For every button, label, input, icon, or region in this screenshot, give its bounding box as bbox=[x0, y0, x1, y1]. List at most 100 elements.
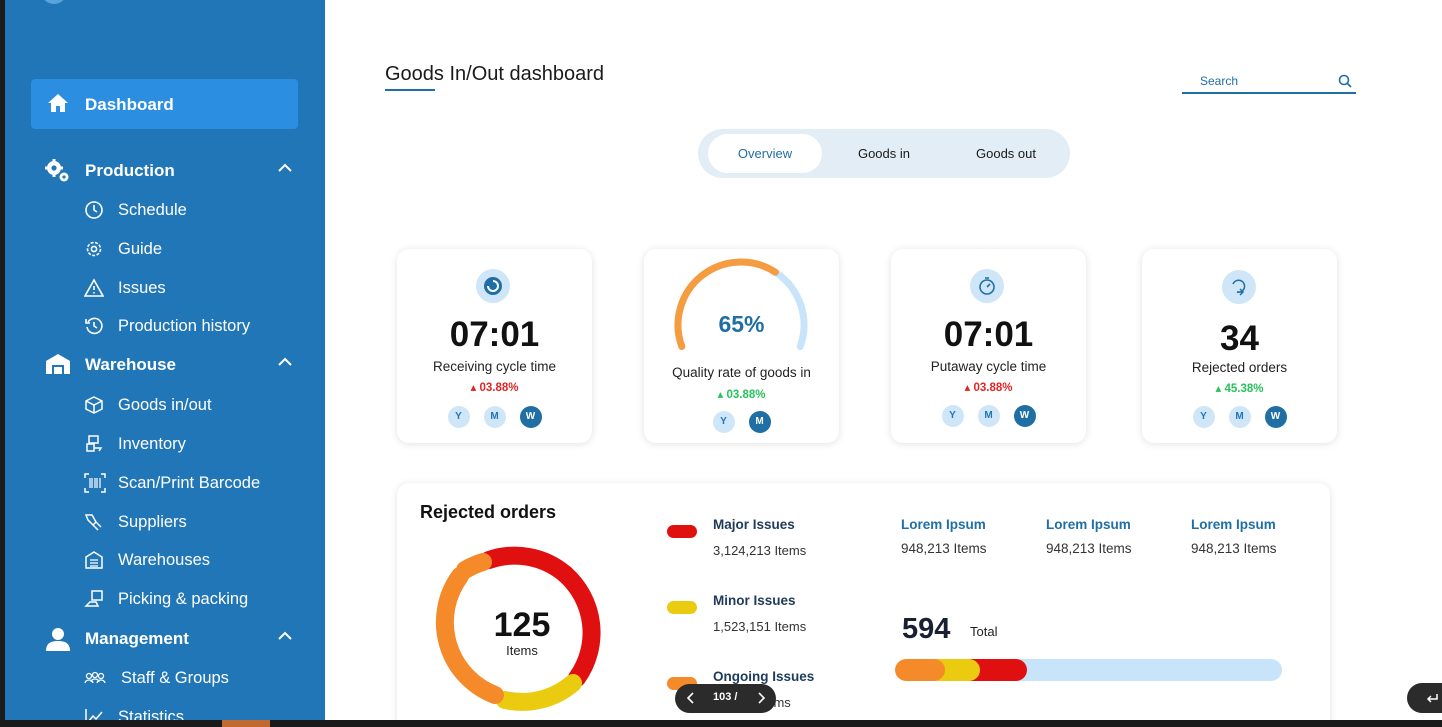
pill-month[interactable]: M bbox=[748, 411, 771, 433]
sidebar-item-staff-groups[interactable]: Staff & Groups bbox=[5, 663, 325, 693]
sidebar-item-label: Dashboard bbox=[85, 95, 174, 114]
history-icon bbox=[84, 316, 104, 341]
donut-segment-ongoing-top bbox=[456, 553, 492, 579]
barcode-icon bbox=[84, 473, 106, 498]
sidebar-item-label: Guide bbox=[118, 240, 163, 258]
pill-year[interactable]: Y bbox=[1192, 406, 1215, 428]
kpi-change: ▴︎ 03.88% bbox=[717, 389, 766, 401]
back-arrow-icon bbox=[1425, 691, 1439, 709]
sidebar-item-suppliers[interactable]: Suppliers bbox=[5, 507, 325, 537]
donut-segment-minor bbox=[496, 674, 582, 711]
total-label: Total bbox=[970, 624, 998, 639]
kpi-value: 07:01 bbox=[449, 315, 540, 354]
sidebar-section-production[interactable]: Production bbox=[5, 154, 325, 188]
stat-value: 948,213 Items bbox=[901, 541, 987, 556]
sidebar-section-label: Management bbox=[85, 629, 189, 648]
stat-column: Lorem Ipsum 948,213 Items bbox=[901, 517, 987, 556]
pill-month[interactable]: M bbox=[977, 405, 1000, 427]
stopwatch-icon bbox=[970, 269, 1004, 303]
sidebar-item-inventory[interactable]: Inventory bbox=[5, 429, 325, 459]
page-title: Goods In/Out dashboard bbox=[385, 63, 605, 85]
taskbar bbox=[0, 720, 1442, 727]
gear-icon bbox=[84, 239, 104, 264]
stat-column: Lorem Ipsum 948,213 Items bbox=[1191, 517, 1277, 556]
return-icon bbox=[1222, 270, 1256, 304]
sidebar-item-schedule[interactable]: Schedule bbox=[5, 195, 325, 225]
rejected-orders-panel: Rejected orders 125 Items Major Issues 3… bbox=[397, 483, 1330, 727]
sidebar-section-label: Warehouse bbox=[85, 355, 177, 374]
chevron-up-icon[interactable] bbox=[277, 628, 293, 649]
sidebar-item-label: Issues bbox=[118, 279, 166, 297]
sidebar-item-guide[interactable]: Guide bbox=[5, 234, 325, 264]
logo bbox=[41, 0, 67, 4]
clock-icon bbox=[84, 200, 104, 225]
search-placeholder: Search bbox=[1200, 74, 1239, 88]
sidebar-section-management[interactable]: Management bbox=[5, 622, 325, 656]
kpi-change: ▴︎ 03.88% bbox=[964, 382, 1013, 394]
sidebar-item-scan-print-barcode[interactable]: Scan/Print Barcode bbox=[5, 468, 325, 498]
chevron-right-icon[interactable] bbox=[755, 691, 767, 710]
sidebar-section-warehouse[interactable]: Warehouse bbox=[5, 348, 325, 382]
sidebar-item-label: Picking & packing bbox=[118, 590, 249, 608]
bar-segment-ongoing bbox=[895, 659, 945, 681]
sidebar-item-label: Inventory bbox=[118, 435, 186, 453]
page-navigator: 103 / bbox=[675, 684, 776, 713]
pill-year[interactable]: Y bbox=[941, 405, 964, 427]
taskbar-app[interactable] bbox=[222, 720, 270, 727]
pill-week[interactable]: W bbox=[1013, 405, 1036, 427]
warning-icon bbox=[83, 278, 105, 303]
quality-gauge bbox=[674, 258, 808, 351]
sidebar-item-goods-in-out[interactable]: Goods in/out bbox=[5, 390, 325, 420]
kpi-caption: Putaway cycle time bbox=[930, 359, 1047, 374]
kpi-caption: Receiving cycle time bbox=[432, 359, 557, 374]
period-pills: Y M W bbox=[891, 405, 1086, 427]
pill-week[interactable]: W bbox=[519, 406, 542, 428]
search-input[interactable]: Search bbox=[1182, 72, 1356, 94]
legend-count: 3,124,213 Items bbox=[713, 543, 807, 558]
legend-name: Minor Issues bbox=[713, 593, 796, 608]
chevron-left-icon[interactable] bbox=[685, 691, 697, 710]
kpi-card-quality: 65% Quality rate of goods in ▴︎ 03.88% Y… bbox=[644, 249, 839, 443]
pill-year[interactable]: Y bbox=[712, 411, 735, 433]
chevron-up-icon[interactable] bbox=[277, 354, 293, 375]
chevron-up-icon[interactable] bbox=[277, 160, 293, 181]
inventory-icon bbox=[84, 434, 104, 459]
group-icon bbox=[84, 668, 106, 693]
pill-year[interactable]: Y bbox=[447, 406, 470, 428]
back-button[interactable] bbox=[1407, 683, 1442, 713]
sidebar-item-warehouses[interactable]: Warehouses bbox=[5, 545, 325, 575]
tab-goods-in[interactable]: Goods in bbox=[828, 134, 940, 173]
sidebar-item-issues[interactable]: Issues bbox=[5, 273, 325, 303]
pill-month[interactable]: M bbox=[1228, 406, 1251, 428]
search-icon[interactable] bbox=[1338, 74, 1352, 93]
stat-heading: Lorem Ipsum bbox=[901, 517, 986, 532]
sidebar: Dashboard Production Schedule Guide Issu… bbox=[5, 0, 325, 726]
sidebar-item-picking-packing[interactable]: Picking & packing bbox=[5, 584, 325, 614]
sidebar-item-production-history[interactable]: Production history bbox=[5, 311, 325, 341]
panel-title: Rejected orders bbox=[420, 502, 557, 522]
kpi-value: 07:01 bbox=[943, 315, 1034, 354]
timer-icon bbox=[476, 269, 510, 303]
pill-week[interactable]: W bbox=[1264, 406, 1287, 428]
home-icon bbox=[47, 93, 69, 118]
kpi-change: ▴︎ 45.38% bbox=[1215, 383, 1264, 395]
kpi-caption: Rejected orders bbox=[1191, 360, 1288, 375]
tab-overview[interactable]: Overview bbox=[708, 134, 822, 173]
page-indicator: 103 / bbox=[713, 691, 738, 703]
kpi-card-receiving: 07:01 Receiving cycle time ▴︎ 03.88% Y M… bbox=[397, 249, 592, 443]
title-underline bbox=[385, 89, 435, 91]
sidebar-item-label: Warehouses bbox=[118, 551, 211, 569]
sidebar-item-dashboard[interactable]: Dashboard bbox=[31, 79, 298, 129]
view-tabs: Overview Goods in Goods out bbox=[698, 129, 1070, 178]
total-value: 594 bbox=[902, 613, 951, 645]
sidebar-item-label: Schedule bbox=[118, 201, 187, 219]
pill-month[interactable]: M bbox=[483, 406, 506, 428]
tab-goods-out[interactable]: Goods out bbox=[950, 134, 1062, 173]
legend-swatch bbox=[667, 525, 697, 538]
kpi-value: 65% bbox=[718, 311, 765, 337]
sidebar-item-label: Suppliers bbox=[118, 513, 187, 531]
box-icon bbox=[84, 395, 104, 420]
sidebar-item-label: Scan/Print Barcode bbox=[118, 474, 261, 492]
sidebar-section-label: Production bbox=[85, 161, 175, 180]
donut-value: 125 bbox=[493, 606, 551, 644]
